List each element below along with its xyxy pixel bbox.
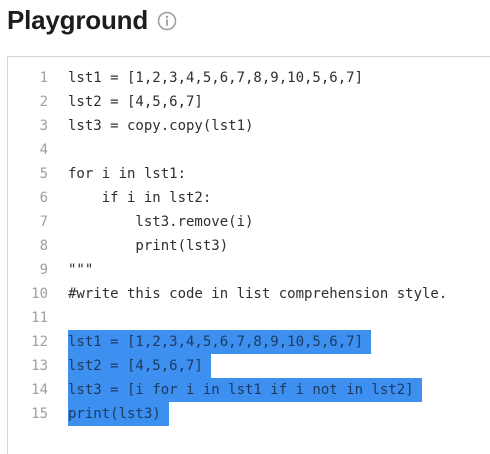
line-number: 12 xyxy=(31,334,48,350)
code-text[interactable]: print(lst3) xyxy=(68,234,228,258)
code-text[interactable]: #write this code in list comprehension s… xyxy=(68,282,447,306)
line-number: 11 xyxy=(31,310,48,326)
line-number: 1 xyxy=(39,70,48,86)
selected-code-text[interactable]: lst2 = [4,5,6,7] xyxy=(68,354,211,378)
line-number: 15 xyxy=(31,406,48,422)
selected-code-text[interactable]: lst1 = [1,2,3,4,5,6,7,8,9,10,5,6,7] xyxy=(68,330,372,354)
code-text[interactable]: for i in lst1: xyxy=(68,162,186,186)
code-line[interactable]: 8 print(lst3) xyxy=(8,234,490,258)
code-line[interactable]: 13 lst2 = [4,5,6,7] xyxy=(8,354,490,378)
code-line[interactable]: 14 lst3 = [i for i in lst1 if i not in ls… xyxy=(8,378,490,402)
line-number: 5 xyxy=(39,166,48,182)
info-icon[interactable] xyxy=(157,11,177,31)
code-text[interactable]: if i in lst2: xyxy=(68,186,212,210)
page-header: Playground xyxy=(7,3,177,37)
code-line[interactable]: 10 #write this code in list comprehension… xyxy=(8,282,490,306)
line-number: 14 xyxy=(31,382,48,398)
code-text[interactable]: """ xyxy=(68,258,93,282)
line-number: 13 xyxy=(31,358,48,374)
code-line[interactable]: 7 lst3.remove(i) xyxy=(8,210,490,234)
line-number: 6 xyxy=(39,190,48,206)
line-number: 9 xyxy=(39,262,48,278)
code-line[interactable]: 5 for i in lst1: xyxy=(8,162,490,186)
code-line[interactable]: 1 lst1 = [1,2,3,4,5,6,7,8,9,10,5,6,7] xyxy=(8,66,490,90)
code-line[interactable]: 4 xyxy=(8,138,490,162)
line-number: 3 xyxy=(39,118,48,134)
code-text[interactable]: lst2 = [4,5,6,7] xyxy=(68,90,203,114)
code-line[interactable]: 12 lst1 = [1,2,3,4,5,6,7,8,9,10,5,6,7] xyxy=(8,330,490,354)
line-number: 4 xyxy=(39,142,48,158)
page-title: Playground xyxy=(7,5,149,35)
code-text[interactable]: lst1 = [1,2,3,4,5,6,7,8,9,10,5,6,7] xyxy=(68,66,363,90)
code-line[interactable]: 6 if i in lst2: xyxy=(8,186,490,210)
code-text[interactable]: lst3.remove(i) xyxy=(68,210,253,234)
code-line[interactable]: 15 print(lst3) xyxy=(8,402,490,426)
line-number: 7 xyxy=(39,214,48,230)
code-area[interactable]: 1 lst1 = [1,2,3,4,5,6,7,8,9,10,5,6,7] 2 lst… xyxy=(8,66,490,426)
line-number: 10 xyxy=(31,286,48,302)
selected-code-text[interactable]: lst3 = [i for i in lst1 if i not in lst2… xyxy=(68,378,422,402)
code-line[interactable]: 2 lst2 = [4,5,6,7] xyxy=(8,90,490,114)
selected-code-text[interactable]: print(lst3) xyxy=(68,402,169,426)
line-number: 2 xyxy=(39,94,48,110)
code-line[interactable]: 9 """ xyxy=(8,258,490,282)
code-line[interactable]: 3 lst3 = copy.copy(lst1) xyxy=(8,114,490,138)
code-text[interactable]: lst3 = copy.copy(lst1) xyxy=(68,114,253,138)
code-editor[interactable]: 1 lst1 = [1,2,3,4,5,6,7,8,9,10,5,6,7] 2 lst… xyxy=(7,56,490,454)
line-number: 8 xyxy=(39,238,48,254)
code-line[interactable]: 11 xyxy=(8,306,490,330)
